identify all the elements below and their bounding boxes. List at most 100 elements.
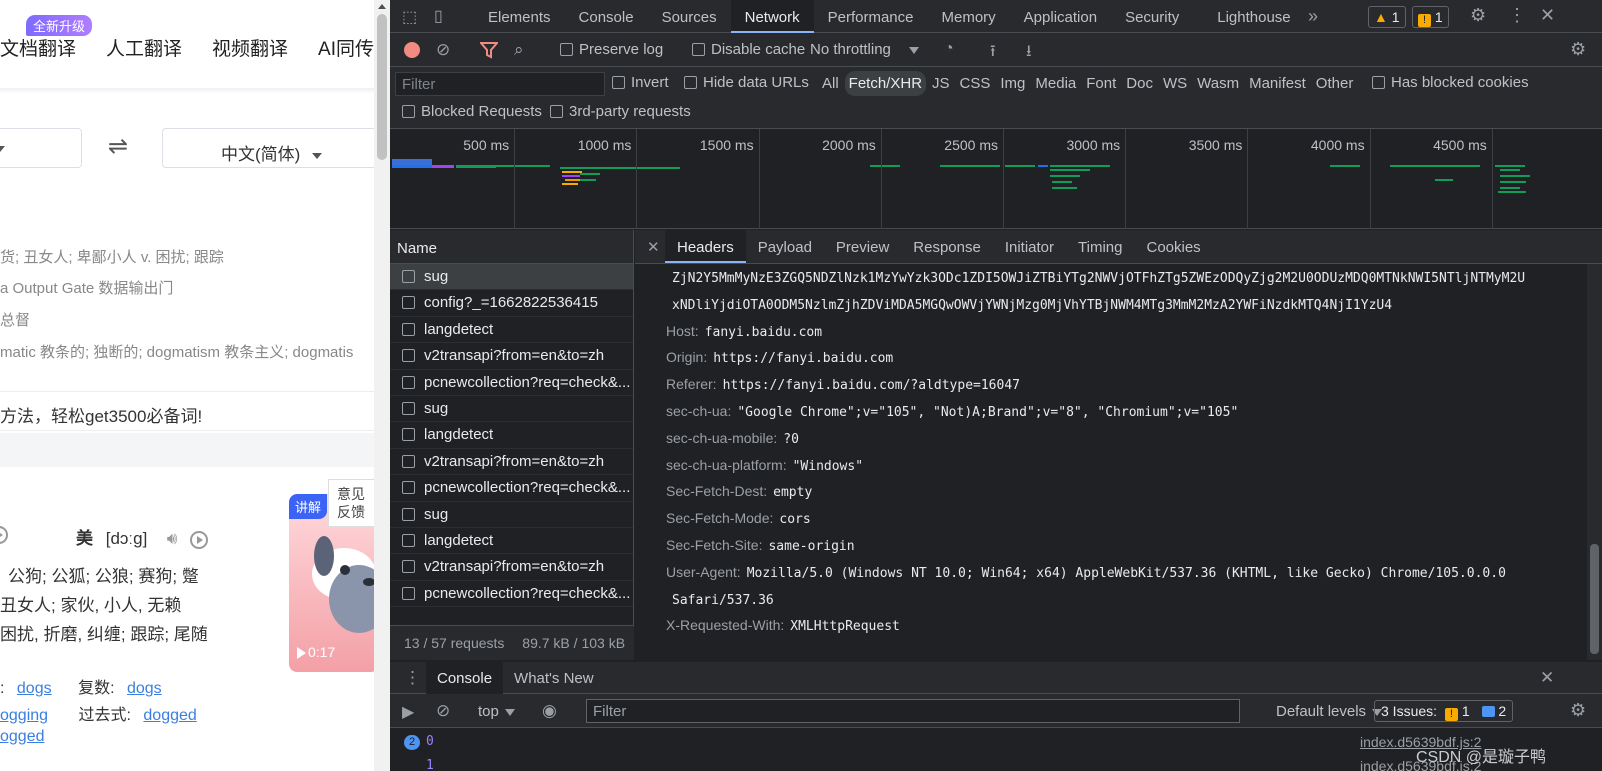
request-row[interactable]: langdetect [390, 317, 633, 344]
tab-elements[interactable]: Elements [474, 0, 565, 33]
nav-tab-human[interactable]: 人工翻译 [106, 34, 182, 61]
tab-headers[interactable]: Headers [665, 230, 746, 263]
suggestion-item[interactable]: a Output Gate 数据输出门 [0, 277, 173, 298]
warnings-counter[interactable]: ▲ 1 [1368, 6, 1406, 28]
tab-application[interactable]: Application [1010, 0, 1111, 33]
network-filter-input[interactable]: Filter [395, 72, 605, 96]
third-party-checkbox[interactable]: 3rd-party requests [550, 103, 691, 120]
request-row[interactable]: pcnewcollection?req=check&... [390, 370, 633, 396]
throttling-select[interactable]: No throttling [810, 41, 919, 58]
console-settings-gear-icon[interactable]: ⚙ [1570, 700, 1586, 721]
drawer-tab-whats-new[interactable]: What's New [503, 662, 605, 694]
nav-tab-doc[interactable]: 文档翻译 [0, 34, 76, 61]
tab-network[interactable]: Network [730, 0, 814, 33]
request-row[interactable]: sug [390, 264, 633, 291]
filter-icon[interactable] [480, 41, 498, 59]
speaker-icon[interactable]: 🔊︎ [167, 529, 178, 548]
tab-preview[interactable]: Preview [824, 230, 901, 263]
suggestion-item[interactable]: 货; 丑女人; 卑鄙小人 v. 困扰; 跟踪 [0, 246, 224, 267]
live-expression-eye-icon[interactable]: ◉ [542, 701, 557, 721]
request-row[interactable]: config?_=1662822536415 [390, 290, 633, 317]
type-filter-css[interactable]: CSS [956, 71, 995, 96]
kebab-menu-icon[interactable]: ⋮ [1508, 5, 1526, 26]
scroll-up-icon[interactable] [378, 4, 386, 9]
request-row[interactable]: sug [390, 502, 633, 528]
type-filter-other[interactable]: Other [1312, 71, 1358, 96]
clear-console-icon[interactable]: ⊘ [436, 701, 450, 721]
type-filter-manifest[interactable]: Manifest [1245, 71, 1310, 96]
disable-cache-checkbox[interactable]: Disable cache [692, 41, 805, 58]
tab-console[interactable]: Console [565, 0, 648, 33]
tab-payload[interactable]: Payload [746, 230, 824, 263]
has-blocked-cookies-checkbox[interactable]: Has blocked cookies [1372, 74, 1529, 91]
form-link[interactable]: ogging [0, 707, 48, 724]
request-row[interactable]: sug [390, 396, 633, 423]
form-link[interactable]: dogs [17, 680, 52, 697]
tab-performance[interactable]: Performance [814, 0, 928, 33]
headers-scrollbar[interactable] [1587, 264, 1602, 660]
tab-cookies[interactable]: Cookies [1134, 230, 1212, 263]
close-detail-icon[interactable]: ✕ [635, 230, 665, 263]
close-icon[interactable]: ✕ [1540, 5, 1555, 26]
inspect-element-icon[interactable]: ⬚ [402, 7, 417, 27]
network-overview-timeline[interactable]: 500 ms 1000 ms 1500 ms 2000 ms 2500 ms 3000 m… [390, 129, 1602, 229]
type-filter-doc[interactable]: Doc [1122, 71, 1157, 96]
context-select[interactable]: top [478, 703, 515, 720]
tab-response[interactable]: Response [901, 230, 993, 263]
feedback-button[interactable]: 意见 反馈 [328, 479, 374, 527]
type-filter-fetch-xhr[interactable]: Fetch/XHR [844, 71, 927, 96]
tab-lighthouse[interactable]: Lighthouse [1193, 0, 1304, 33]
promo-banner[interactable]: 方法，轻松get3500必备词! [0, 391, 374, 431]
page-scrollbar[interactable] [374, 0, 390, 771]
request-row[interactable]: pcnewcollection?req=check&... [390, 475, 633, 502]
device-toolbar-icon[interactable]: ▯ [434, 6, 443, 26]
target-language-select[interactable]: 中文(简体) [162, 128, 374, 168]
sidebar-toggle-icon[interactable]: ▶ [402, 702, 414, 722]
nav-tab-video[interactable]: 视频翻译 [212, 34, 288, 61]
tab-timing[interactable]: Timing [1066, 230, 1134, 263]
request-row[interactable]: langdetect [390, 422, 633, 449]
scrollbar-thumb[interactable] [1590, 544, 1599, 654]
issues-counter[interactable]: ! 1 [1412, 6, 1449, 28]
tab-security[interactable]: Security [1111, 0, 1193, 33]
console-filter-input[interactable]: Filter [586, 699, 1240, 723]
gear-icon[interactable]: ⚙ [1470, 5, 1486, 26]
more-tabs-icon[interactable]: » [1308, 6, 1318, 27]
nav-tab-ai[interactable]: AI同传 [318, 34, 374, 61]
request-row[interactable]: pcnewcollection?req=check&... [390, 581, 633, 608]
form-link[interactable]: ogged [0, 728, 45, 745]
play-audio-icon[interactable] [0, 525, 8, 544]
drawer-menu-icon[interactable]: ⋮ [404, 668, 421, 688]
drawer-tab-console[interactable]: Console [426, 662, 504, 694]
suggestion-item[interactable]: matic 教条的; 独断的; dogmatism 教条主义; dogmatis [0, 341, 353, 362]
log-levels-select[interactable]: Default levels [1276, 703, 1383, 720]
export-har-icon[interactable]: ⭳ [1026, 40, 1032, 67]
type-filter-ws[interactable]: WS [1159, 71, 1191, 96]
record-button[interactable] [404, 42, 420, 58]
search-icon[interactable]: ⌕ [514, 40, 524, 60]
type-filter-js[interactable]: JS [928, 71, 954, 96]
network-settings-gear-icon[interactable]: ⚙ [1570, 39, 1586, 60]
close-drawer-icon[interactable]: ✕ [1540, 668, 1554, 688]
request-row[interactable]: v2transapi?from=en&to=zh [390, 343, 633, 370]
play-audio-icon[interactable] [190, 530, 209, 549]
suggestion-item[interactable]: 总督 [0, 309, 30, 330]
blocked-requests-checkbox[interactable]: Blocked Requests [402, 103, 542, 120]
type-filter-font[interactable]: Font [1082, 71, 1120, 96]
import-har-icon[interactable]: ⭱ [990, 40, 996, 67]
invert-checkbox[interactable]: Invert [612, 74, 669, 91]
clear-icon[interactable]: ⊘ [436, 40, 450, 60]
tab-sources[interactable]: Sources [648, 0, 731, 33]
tab-memory[interactable]: Memory [928, 0, 1010, 33]
request-row[interactable]: v2transapi?from=en&to=zh [390, 554, 633, 581]
request-row[interactable]: v2transapi?from=en&to=zh [390, 449, 633, 476]
type-filter-media[interactable]: Media [1031, 71, 1080, 96]
swap-languages-icon[interactable]: ⇌ [108, 132, 128, 161]
scrollbar-thumb[interactable] [377, 14, 387, 160]
name-column-header[interactable]: Name [390, 230, 633, 264]
request-row[interactable]: langdetect [390, 528, 633, 555]
type-filter-all[interactable]: All [818, 71, 843, 96]
source-language-select[interactable] [0, 128, 82, 168]
console-issues-button[interactable]: 3 Issues: ! 1 2 [1374, 700, 1514, 722]
tab-initiator[interactable]: Initiator [993, 230, 1066, 263]
